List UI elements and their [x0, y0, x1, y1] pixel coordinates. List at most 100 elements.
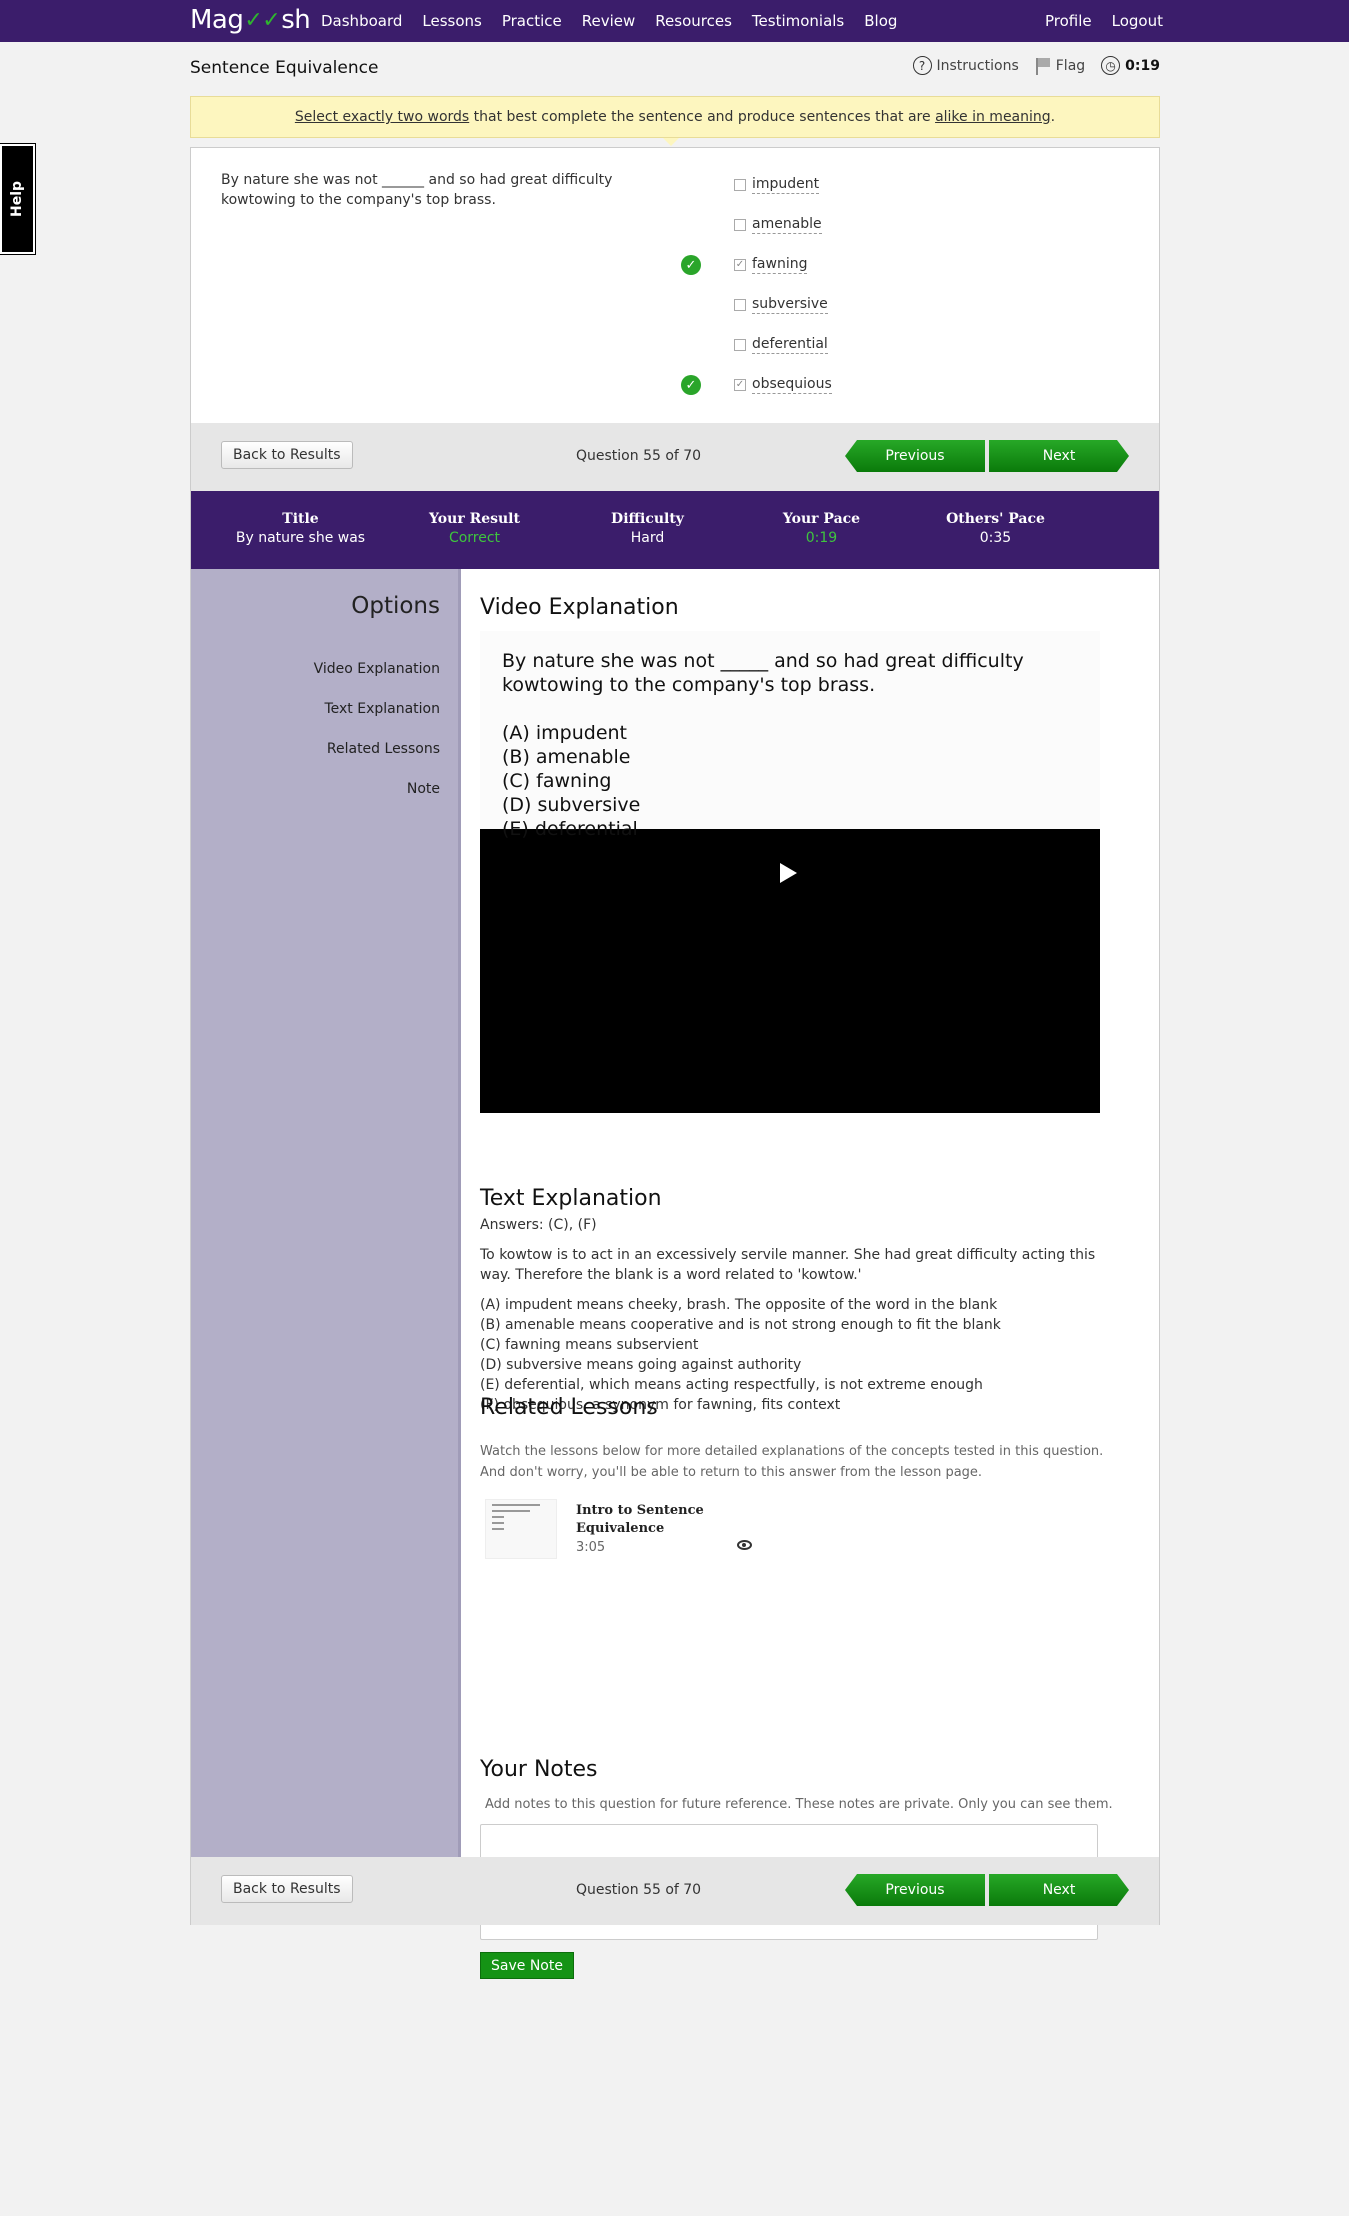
nav-blog[interactable]: Blog	[864, 12, 897, 30]
video-player[interactable]: By nature she was not _____ and so had g…	[480, 631, 1100, 1113]
slide-choice: (D) subversive	[502, 794, 641, 816]
choice-subversive[interactable]: subversive	[711, 285, 1011, 325]
previous-button[interactable]: Previous	[845, 1874, 985, 1906]
question-header: Sentence Equivalence ? Instructions Flag…	[190, 56, 1160, 82]
video-heading: Video Explanation	[480, 595, 679, 620]
banner-emphasis-2: alike in meaning	[935, 109, 1051, 125]
slide-choice: (C) fawning	[502, 770, 612, 792]
lesson-title[interactable]: Intro to Sentence Equivalence	[576, 1502, 726, 1538]
option-text-explanation[interactable]: Text Explanation	[324, 701, 440, 717]
stat-label: Your Pace	[782, 511, 861, 527]
nav-dashboard[interactable]: Dashboard	[321, 12, 402, 30]
choice-deferential[interactable]: deferential	[711, 325, 1011, 365]
choice-label: impudent	[752, 176, 820, 194]
nav-review[interactable]: Review	[582, 12, 636, 30]
nav-lessons[interactable]: Lessons	[422, 12, 481, 30]
instructions-button[interactable]: ? Instructions	[912, 56, 1019, 75]
checkbox-checked[interactable]: ✓	[734, 379, 746, 391]
previous-button[interactable]: Previous	[845, 440, 985, 472]
notes-description: Add notes to this question for future re…	[485, 1797, 1113, 1812]
nav-logout[interactable]: Logout	[1112, 12, 1163, 30]
question-nav-bottom: Back to Results Question 55 of 70 Previo…	[191, 1857, 1159, 1925]
back-to-results-button[interactable]: Back to Results	[221, 1875, 353, 1903]
notes-heading: Your Notes	[480, 1757, 598, 1782]
choice-obsequious[interactable]: ✓ ✓ obsequious	[681, 365, 1011, 405]
options-sidebar: Options Video Explanation Text Explanati…	[191, 569, 461, 1857]
choice-label: obsequious	[752, 376, 832, 394]
slide-choice: (A) impudent	[502, 722, 627, 744]
question-area: By nature she was not ______ and so had …	[191, 148, 1159, 423]
back-to-results-button[interactable]: Back to Results	[221, 441, 353, 469]
text-explanation: Text Explanation Answers: (C), (F) To ko…	[480, 1188, 1100, 1415]
question-tools: ? Instructions Flag ◷ 0:19	[897, 56, 1160, 75]
question-mark-icon: ?	[912, 56, 932, 75]
stat-label: Title	[282, 511, 319, 527]
nav-profile[interactable]: Profile	[1045, 12, 1092, 30]
flag-icon	[1035, 57, 1051, 75]
choice-label: deferential	[752, 336, 828, 354]
nav-testimonials[interactable]: Testimonials	[752, 12, 844, 30]
choice-impudent[interactable]: impudent	[711, 165, 1011, 205]
checkbox-checked[interactable]: ✓	[734, 259, 746, 271]
stat-your-pace: Your Pace 0:19	[734, 511, 909, 546]
banner-end: .	[1050, 109, 1056, 125]
slide-stem: By nature she was not _____ and so had g…	[502, 650, 1024, 696]
choice-label: fawning	[752, 256, 808, 274]
checkbox[interactable]	[734, 179, 746, 191]
explanation-line: (B) amenable means cooperative and is no…	[480, 1317, 1001, 1333]
choice-fawning[interactable]: ✓ ✓ fawning	[681, 245, 1011, 285]
options-heading: Options	[351, 593, 440, 619]
stat-title: Title By nature she was	[213, 511, 388, 546]
choice-label: subversive	[752, 296, 828, 314]
timer-value: 0:19	[1125, 57, 1160, 74]
checkbox[interactable]	[734, 219, 746, 231]
next-button[interactable]: Next	[989, 440, 1129, 472]
timer: ◷ 0:19	[1101, 56, 1160, 75]
lesson-duration: 3:05	[576, 1540, 606, 1555]
account-nav: Profile Logout	[1045, 0, 1163, 42]
play-icon[interactable]	[780, 863, 797, 883]
slide-choice: (B) amenable	[502, 746, 631, 768]
slide-choice: (E) deferential	[502, 818, 638, 840]
choice-amenable[interactable]: amenable	[711, 205, 1011, 245]
option-related-lessons[interactable]: Related Lessons	[327, 741, 440, 757]
answer-choices: impudent amenable ✓ ✓ fawning subversive…	[681, 165, 1011, 405]
explanation-line: (E) deferential, which means acting resp…	[480, 1377, 983, 1393]
related-description: Watch the lessons below for more detaile…	[480, 1441, 1120, 1483]
explanation-line: (C) fawning means subservient	[480, 1337, 699, 1353]
question-counter: Question 55 of 70	[576, 1882, 702, 1898]
option-note[interactable]: Note	[407, 781, 440, 797]
next-button[interactable]: Next	[989, 1874, 1129, 1906]
stat-value: Correct	[448, 530, 501, 546]
flag-button[interactable]: Flag	[1035, 57, 1085, 75]
banner-text: that best complete the sentence and prod…	[469, 109, 936, 125]
page-title: Sentence Equivalence	[190, 58, 379, 78]
eye-icon[interactable]	[737, 1540, 752, 1550]
question-counter: Question 55 of 70	[576, 448, 702, 464]
video-slide: By nature she was not _____ and so had g…	[480, 631, 1100, 840]
top-navbar: Mag ✓✓ sh Dashboard Lessons Practice Revie…	[0, 0, 1349, 42]
main-nav: Dashboard Lessons Practice Review Resour…	[321, 0, 917, 42]
lesson-card[interactable]: Intro to Sentence Equivalence 3:05	[480, 1499, 1120, 1559]
checkbox[interactable]	[734, 299, 746, 311]
banner-emphasis-1: Select exactly two words	[294, 109, 470, 125]
stat-others-pace: Others' Pace 0:35	[908, 511, 1083, 546]
related-desc-line: And don't worry, you'll be able to retur…	[480, 1465, 983, 1480]
stat-result: Your Result Correct	[387, 511, 562, 546]
correct-check-icon: ✓	[681, 375, 701, 395]
related-heading: Related Lessons	[480, 1395, 658, 1420]
logo-text-right: sh	[281, 5, 311, 35]
checkbox[interactable]	[734, 339, 746, 351]
related-lessons: Related Lessons Watch the lessons below …	[480, 1395, 1120, 1559]
lesson-thumbnail[interactable]	[485, 1499, 557, 1559]
magoosh-logo[interactable]: Mag ✓✓ sh	[190, 5, 311, 35]
stat-label: Your Result	[429, 511, 520, 527]
nav-practice[interactable]: Practice	[502, 12, 562, 30]
save-note-button[interactable]: Save Note	[480, 1952, 574, 1979]
help-tab[interactable]: Help	[0, 143, 36, 255]
nav-resources[interactable]: Resources	[655, 12, 732, 30]
option-video-explanation[interactable]: Video Explanation	[314, 661, 440, 677]
stat-value: 0:35	[979, 530, 1012, 546]
logo-text-left: Mag	[190, 5, 244, 35]
help-label: Help	[9, 180, 26, 218]
